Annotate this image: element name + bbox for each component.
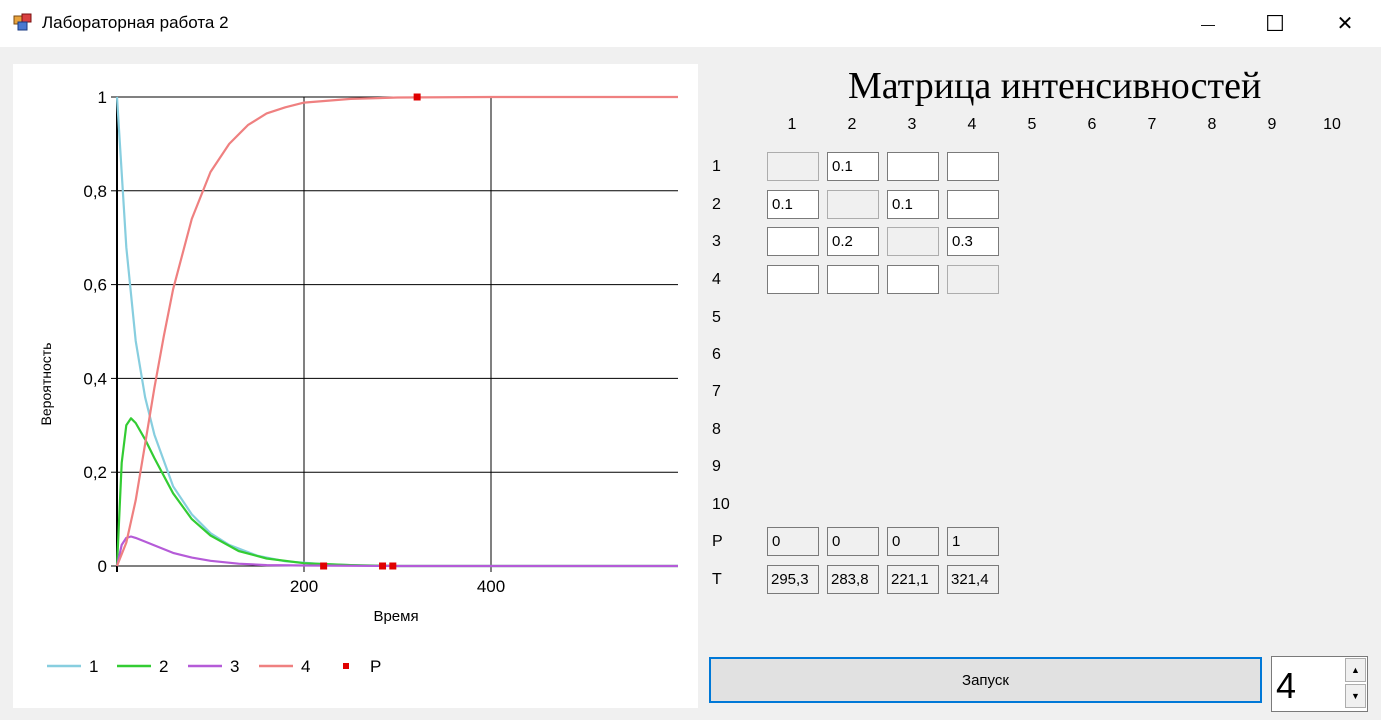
column-header: 4	[967, 116, 977, 133]
run-button[interactable]: Запуск	[709, 657, 1262, 703]
marker-point	[389, 562, 397, 570]
matrix-cell-input[interactable]	[887, 265, 939, 294]
row-header: 9	[712, 458, 721, 475]
row-header: 5	[712, 309, 721, 326]
row-header: T	[712, 571, 722, 588]
matrix-cell-disabled	[887, 227, 939, 256]
marker-point	[320, 562, 328, 570]
matrix-title: Матрица интенсивностей	[848, 65, 1262, 107]
marker-point	[379, 562, 387, 570]
matrix-cell-input[interactable]: 0.1	[887, 190, 939, 219]
x-axis-label: Время	[373, 608, 418, 625]
x-tick-label: 200	[290, 577, 318, 596]
matrix-cell-disabled	[947, 265, 999, 294]
state-count-value[interactable]: 4	[1276, 665, 1296, 707]
p-value-field: 0	[767, 527, 819, 556]
row-header: 2	[712, 196, 721, 213]
matrix-cell-input[interactable]	[767, 227, 819, 256]
chart-series	[115, 95, 678, 568]
matrix-cell-disabled	[767, 152, 819, 181]
app-icon	[13, 13, 32, 31]
row-header: 1	[712, 158, 721, 175]
matrix-cell-input[interactable]	[887, 152, 939, 181]
x-tick-label: 400	[477, 577, 505, 596]
matrix-cell-input[interactable]: 0.1	[767, 190, 819, 219]
close-icon: ✕	[1336, 13, 1354, 35]
matrix-cell-input[interactable]	[827, 265, 879, 294]
p-value-field: 0	[887, 527, 939, 556]
matrix-cell-disabled	[827, 190, 879, 219]
y-tick-label: 0,4	[83, 369, 107, 388]
matrix-cell-input[interactable]: 0.1	[827, 152, 879, 181]
column-header: 10	[1323, 116, 1341, 133]
maximize-icon: ☐	[1265, 10, 1285, 36]
close-button[interactable]: ✕	[1310, 0, 1380, 47]
chart-markers	[320, 93, 421, 570]
t-value-field: 321,4	[947, 565, 999, 594]
row-header: 4	[712, 271, 721, 288]
maximize-button[interactable]: ☐	[1240, 0, 1310, 47]
series-line-2	[115, 417, 678, 568]
chart-legend: 1 2 3 4 P	[47, 657, 381, 676]
chart-ticks: 0 0,2 0,4 0,6 0,8 1 200 400	[83, 88, 505, 596]
matrix-cell-input[interactable]: 0.3	[947, 227, 999, 256]
row-header: 10	[712, 496, 730, 513]
column-header: 7	[1147, 116, 1157, 133]
row-header: 7	[712, 383, 721, 400]
t-value-field: 221,1	[887, 565, 939, 594]
minimize-icon: —	[1201, 15, 1215, 32]
title-bar: Лабораторная работа 2 — ☐ ✕	[0, 0, 1381, 47]
row-header: 8	[712, 421, 721, 438]
legend-label: 3	[230, 657, 239, 676]
matrix-cell-input[interactable]	[767, 265, 819, 294]
y-tick-label: 0,6	[83, 276, 107, 295]
p-value-field: 1	[947, 527, 999, 556]
matrix-cell-input[interactable]: 0.2	[827, 227, 879, 256]
minimize-button[interactable]: —	[1173, 0, 1243, 47]
column-header: 3	[907, 116, 917, 133]
legend-label: 4	[301, 657, 310, 676]
matrix-cell-input[interactable]	[947, 190, 999, 219]
marker-point	[413, 93, 421, 101]
column-header: 2	[847, 116, 857, 133]
series-line-3	[115, 535, 678, 568]
t-value-field: 295,3	[767, 565, 819, 594]
column-header: 9	[1267, 116, 1277, 133]
arrow-up-icon: ▲	[1351, 665, 1360, 675]
matrix-cell-input[interactable]	[947, 152, 999, 181]
row-header: 6	[712, 346, 721, 363]
series-line-1	[115, 96, 678, 568]
chart-canvas: 0 0,2 0,4 0,6 0,8 1 200 400 Время Вероятность 1…	[38, 88, 678, 676]
legend-swatch-P	[343, 663, 349, 669]
window-title: Лабораторная работа 2	[42, 13, 229, 32]
probability-chart: 0 0,2 0,4 0,6 0,8 1 200 400 Время Вероятность 1…	[13, 64, 698, 708]
y-tick-label: 0	[98, 557, 107, 576]
column-header: 5	[1027, 116, 1037, 133]
series-line-4	[115, 95, 678, 567]
column-header: 8	[1207, 116, 1217, 133]
legend-label: P	[370, 657, 381, 676]
spin-up-button[interactable]: ▲	[1345, 658, 1366, 682]
arrow-down-icon: ▼	[1351, 691, 1360, 701]
t-value-field: 283,8	[827, 565, 879, 594]
y-tick-label: 0,8	[83, 182, 107, 201]
column-header: 6	[1087, 116, 1097, 133]
y-tick-label: 0,2	[83, 463, 107, 482]
y-tick-label: 1	[98, 88, 107, 107]
legend-label: 2	[159, 657, 168, 676]
p-value-field: 0	[827, 527, 879, 556]
column-header: 1	[787, 116, 797, 133]
spin-down-button[interactable]: ▼	[1345, 684, 1366, 708]
y-axis-label: Вероятность	[38, 343, 54, 426]
chart-grid	[111, 96, 678, 572]
row-header: P	[712, 533, 723, 550]
row-header: 3	[712, 233, 721, 250]
legend-label: 1	[89, 657, 98, 676]
